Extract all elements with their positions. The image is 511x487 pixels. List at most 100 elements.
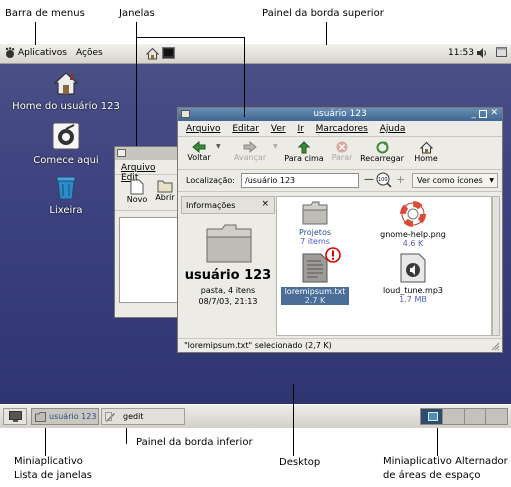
trash-icon bbox=[54, 174, 78, 200]
side-pane-close-icon[interactable]: × bbox=[261, 199, 269, 209]
desktop-icon-label: Lixeira bbox=[49, 205, 83, 216]
back-window[interactable]: Arquivo Edit Novo Abrir bbox=[114, 146, 184, 318]
side-pane-title[interactable]: Informações bbox=[186, 201, 235, 210]
open-button-label: Abrir bbox=[155, 193, 175, 202]
menu-acoes[interactable]: Ações bbox=[76, 48, 103, 58]
file-item-loud-tune[interactable]: loud_tune.mp3 1.7 MB bbox=[375, 253, 451, 304]
workspace-switcher[interactable] bbox=[420, 408, 508, 425]
location-bar: Localização: /usuário 123 — 100 + Ver co… bbox=[178, 170, 502, 192]
leader-windows-v bbox=[136, 22, 137, 38]
file-info-selected: 2.7 K bbox=[281, 296, 349, 305]
new-button[interactable]: Novo bbox=[125, 179, 149, 204]
forward-arrow-icon bbox=[243, 141, 257, 153]
file-manager-window[interactable]: usuário 123 _ ✕ Arquivo Editar Ver Ir Ma… bbox=[177, 107, 503, 353]
reload-button[interactable]: Recarregar bbox=[358, 141, 406, 163]
forward-button[interactable]: Avançar bbox=[228, 141, 272, 162]
up-arrow-icon bbox=[298, 141, 310, 154]
menu-editar[interactable]: Editar bbox=[232, 124, 259, 134]
file-manager-menubar: Arquivo Editar Ver Ir Marcadores Ajuda bbox=[178, 121, 502, 136]
location-input[interactable]: /usuário 123 bbox=[241, 173, 359, 188]
back-menu-arquivo[interactable]: Arquivo bbox=[121, 163, 155, 173]
back-window-titlebar[interactable] bbox=[115, 147, 183, 160]
clock[interactable]: 11:53 bbox=[448, 48, 474, 58]
zoom-level: 100 bbox=[378, 177, 388, 183]
view-as-label: Ver como ícones bbox=[417, 176, 483, 185]
callout-window-list: Miniaplicativo Lista de janelas bbox=[14, 455, 134, 483]
zoom-out-icon[interactable]: — bbox=[364, 174, 374, 185]
menu-ir[interactable]: Ir bbox=[297, 124, 303, 134]
show-desktop-icon[interactable] bbox=[496, 47, 507, 57]
side-pane-header: Informações × bbox=[181, 196, 275, 214]
file-info: 1.7 MB bbox=[399, 295, 427, 304]
top-panel: Aplicativos Ações 11:53 bbox=[0, 44, 511, 64]
home-launcher-icon[interactable] bbox=[146, 47, 159, 60]
menu-ver[interactable]: Ver bbox=[271, 124, 286, 134]
back-history-chevron-icon[interactable]: ▼ bbox=[216, 143, 221, 150]
callout-workspace-line2: de áreas de espaço bbox=[383, 470, 481, 481]
minimize-icon[interactable]: _ bbox=[472, 109, 477, 119]
stop-button[interactable]: Parar bbox=[328, 141, 356, 162]
open-button[interactable]: Abrir bbox=[151, 179, 179, 202]
folder-icon bbox=[302, 201, 328, 225]
start-here-icon bbox=[52, 122, 80, 150]
resize-grip-icon[interactable] bbox=[491, 342, 500, 351]
task-button-gedit[interactable]: gedit bbox=[101, 408, 185, 425]
home-button[interactable]: Home bbox=[410, 141, 442, 163]
maximize-icon[interactable] bbox=[479, 109, 487, 118]
file-name-selected: loremipsum.txt bbox=[281, 287, 349, 296]
up-button[interactable]: Para cima bbox=[282, 141, 326, 163]
leader-menu-bar bbox=[35, 22, 36, 45]
desktop-icon-label: Home do usuário 123 bbox=[12, 101, 120, 112]
leader-windows-left bbox=[136, 37, 137, 146]
folder-icon bbox=[35, 412, 46, 422]
file-manager-titlebar[interactable]: usuário 123 _ ✕ bbox=[178, 108, 502, 121]
desktop-icon-home[interactable]: Home do usuário 123 bbox=[8, 70, 124, 112]
open-folder-icon bbox=[157, 179, 173, 193]
new-file-icon bbox=[130, 179, 144, 195]
file-item-projetos[interactable]: Projetos 7 items bbox=[285, 201, 345, 246]
leader-window-list bbox=[45, 428, 46, 456]
back-button[interactable]: Voltar bbox=[182, 141, 216, 162]
menu-marcadores[interactable]: Marcadores bbox=[316, 124, 368, 134]
view-as-select[interactable]: Ver como ícones ▼ bbox=[412, 173, 498, 188]
workspace-4[interactable] bbox=[486, 409, 507, 424]
workspace-3[interactable] bbox=[464, 409, 487, 424]
workspace-1[interactable] bbox=[421, 409, 443, 424]
stop-icon bbox=[336, 141, 348, 153]
menu-aplicativos[interactable]: Aplicativos bbox=[18, 48, 67, 58]
vertical-scrollbar[interactable] bbox=[492, 196, 500, 336]
gnome-foot-icon[interactable] bbox=[4, 47, 16, 59]
callout-windows: Janelas bbox=[119, 8, 155, 19]
close-icon[interactable]: ✕ bbox=[490, 108, 498, 118]
back-window-toolbar: Novo Abrir bbox=[115, 175, 183, 211]
chevron-down-icon: ▼ bbox=[489, 177, 494, 184]
desktop-icon-start-here[interactable]: Comece aqui bbox=[20, 122, 112, 166]
back-window-text-area[interactable] bbox=[119, 217, 181, 303]
window-title: usuário 123 bbox=[313, 109, 367, 119]
reload-button-label: Recarregar bbox=[360, 154, 404, 163]
leader-bottom-panel bbox=[126, 428, 127, 444]
forward-history-chevron-icon[interactable]: ▼ bbox=[273, 143, 278, 150]
status-bar: "loremipsum.txt" selecionado (2,7 K) bbox=[178, 338, 502, 352]
volume-icon[interactable] bbox=[476, 47, 488, 59]
side-pane: Informações × usuário 123 pasta, 4 itens… bbox=[181, 196, 275, 336]
file-name: Projetos bbox=[298, 228, 332, 237]
workspace-2[interactable] bbox=[442, 409, 465, 424]
icon-view[interactable]: Projetos 7 items gnome-help.png 4.6 K lo… bbox=[276, 196, 492, 336]
callout-window-list-line2: Lista de janelas bbox=[14, 470, 92, 481]
desktop-icon-trash[interactable]: Lixeira bbox=[36, 174, 96, 216]
back-window-menu-icon[interactable] bbox=[117, 149, 126, 157]
terminal-launcher-icon[interactable] bbox=[162, 47, 175, 59]
task-button-home[interactable]: usuário 123 bbox=[31, 408, 99, 425]
file-item-gnome-help[interactable]: gnome-help.png 4.6 K bbox=[373, 201, 453, 248]
side-pane-folder-icon bbox=[206, 223, 252, 263]
callout-desktop: Desktop bbox=[279, 457, 321, 468]
file-item-loremipsum[interactable]: loremipsum.txt 2.7 K bbox=[279, 247, 351, 305]
show-desktop-button[interactable] bbox=[3, 408, 27, 425]
bottom-panel: usuário 123 gedit bbox=[0, 404, 511, 428]
location-label: Localização: bbox=[186, 176, 235, 185]
menu-ajuda[interactable]: Ajuda bbox=[380, 124, 406, 134]
audio-file-icon bbox=[400, 253, 426, 283]
menu-arquivo[interactable]: Arquivo bbox=[186, 124, 220, 134]
zoom-in-icon[interactable]: + bbox=[396, 173, 405, 186]
